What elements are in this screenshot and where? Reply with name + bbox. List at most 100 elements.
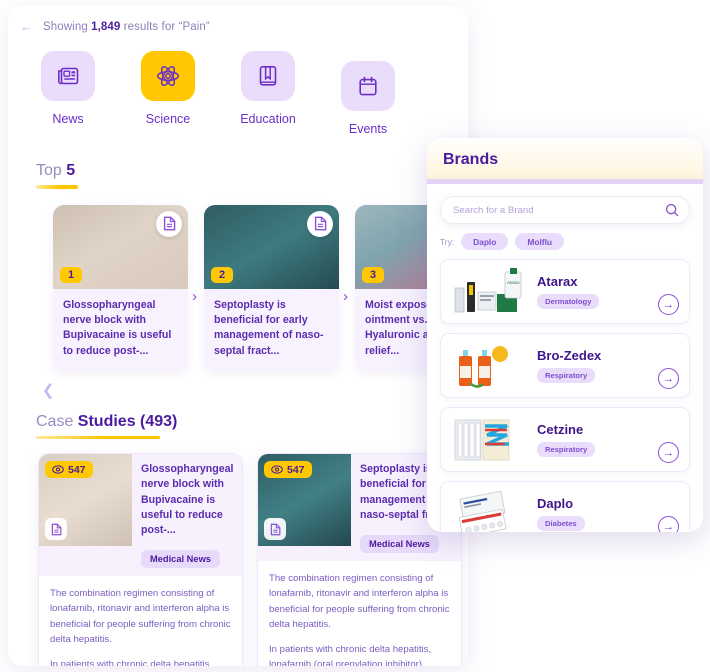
case-body: The combination regimen consisting of lo…	[258, 561, 461, 666]
brand-image	[449, 414, 527, 466]
document-icon	[163, 216, 175, 231]
top5-card[interactable]: 2 Septoplasty is beneficial for early ma…	[204, 204, 348, 371]
case-tag: Medical News	[360, 534, 439, 553]
brands-title: Brands	[443, 151, 499, 168]
newspaper-icon	[58, 67, 79, 85]
results-prefix: Showing	[43, 20, 92, 33]
try-chip[interactable]: Molflu	[515, 233, 565, 250]
brand-item[interactable]: Cetzine Respiratory →	[440, 407, 690, 472]
try-chip[interactable]: Daplo	[461, 233, 509, 250]
top5-title-light: Top	[36, 162, 67, 179]
svg-text:Atarax: Atarax	[507, 280, 520, 285]
case-study-card[interactable]: 547 Glossopharyngeal nerve block with Bu…	[38, 453, 243, 666]
views-badge: 547	[45, 461, 93, 479]
category-education[interactable]: Education	[238, 51, 298, 126]
brand-category-tag: Diabetes	[537, 516, 585, 531]
brand-name: Bro-Zedex	[537, 348, 602, 363]
case-paragraph: In patients with chronic delta hepatitis…	[50, 658, 213, 666]
document-icon	[51, 523, 61, 536]
brand-info: Daplo Diabetes	[527, 496, 585, 531]
top5-title-bold: 5	[66, 162, 76, 179]
top5-card[interactable]: 1 Glossopharyngeal nerve block with Bupi…	[53, 204, 197, 371]
case-title-bold: Studies (493)	[77, 412, 178, 430]
category-label: Education	[240, 112, 296, 126]
brand-category-tag: Respiratory	[537, 368, 596, 383]
case-studies-list: 547 Glossopharyngeal nerve block with Bu…	[8, 439, 468, 666]
try-label: Try:	[440, 236, 455, 247]
science-tile	[141, 51, 195, 101]
back-arrow-icon[interactable]: ←	[20, 20, 33, 33]
case-paragraph: In patients with chronic delta hepatitis…	[269, 643, 432, 666]
rank-badge: 3	[362, 266, 385, 283]
category-news[interactable]: News	[38, 51, 98, 126]
eye-icon	[52, 465, 64, 475]
case-card-head: Glossopharyngeal nerve block with Bupiva…	[132, 454, 242, 575]
search-input[interactable]	[453, 204, 665, 216]
bro-zedex-product-image	[459, 345, 508, 388]
results-bar: ← Showing 1,849 results for “Pain”	[8, 6, 468, 33]
category-events[interactable]: Events	[338, 61, 398, 136]
atarax-product-image: Atarax	[454, 267, 522, 312]
case-studies-title: Case Studies (493)	[36, 413, 468, 431]
brand-info: Atarax Dermatology	[527, 274, 600, 309]
category-science[interactable]: Science	[138, 51, 198, 126]
book-icon	[259, 65, 277, 86]
arrow-right-circle-icon[interactable]: →	[658, 442, 679, 463]
case-paragraph: The combination regimen consisting of lo…	[269, 572, 450, 631]
brand-image: Atarax	[449, 266, 527, 318]
brand-item[interactable]: Daplo Diabetes →	[440, 481, 690, 532]
chevron-right-icon[interactable]: ›	[343, 288, 348, 305]
brand-info: Cetzine Respiratory	[527, 422, 596, 457]
rank-badge: 1	[60, 266, 83, 283]
document-icon	[270, 523, 280, 536]
case-body: The combination regimen consisting of lo…	[39, 576, 242, 666]
results-count: 1,849	[91, 20, 121, 33]
arrow-right-circle-icon[interactable]: →	[658, 368, 679, 389]
views-count: 547	[68, 463, 86, 476]
brand-item[interactable]: Atarax Atarax Dermatology →	[440, 259, 690, 324]
arrow-right-circle-icon[interactable]: →	[658, 516, 679, 532]
brand-name: Daplo	[537, 496, 574, 511]
brand-category-tag: Respiratory	[537, 442, 596, 457]
top5-card-title: Septoplasty is beneficial for early mana…	[214, 298, 324, 357]
top5-thumbnail: 1	[53, 204, 188, 289]
results-suffix: results for “Pain”	[120, 20, 210, 33]
daplo-product-image	[459, 490, 507, 532]
brand-name: Atarax	[537, 274, 578, 289]
top5-card-title: Glossopharyngeal nerve block with Bupiva…	[63, 298, 172, 357]
chevron-right-icon[interactable]: ›	[192, 288, 197, 305]
results-summary: Showing 1,849 results for “Pain”	[43, 21, 210, 33]
top5-thumbnail: 2	[204, 204, 339, 289]
rank-badge: 2	[211, 266, 234, 283]
brand-search[interactable]	[440, 196, 690, 224]
results-page-card: ← Showing 1,849 results for “Pain” News	[8, 6, 468, 666]
calendar-icon	[359, 76, 377, 95]
case-thumbnail: 547	[39, 454, 132, 547]
brands-panel: Brands Try: Daplo Molflu	[427, 138, 703, 532]
brand-image	[449, 340, 527, 392]
arrow-right-circle-icon[interactable]: →	[658, 294, 679, 315]
eye-icon	[271, 465, 283, 475]
cetzine-product-image	[454, 419, 510, 460]
document-badge	[307, 210, 333, 237]
brand-category-tag: Dermatology	[537, 294, 600, 309]
app-root: ← Showing 1,849 results for “Pain” News	[0, 0, 710, 672]
case-paragraph: The combination regimen consisting of lo…	[50, 587, 231, 646]
brands-header: Brands	[427, 138, 703, 184]
case-title-light: Case	[36, 412, 78, 430]
case-studies-heading: Case Studies (493)	[8, 413, 468, 440]
brand-info: Bro-Zedex Respiratory	[527, 348, 601, 383]
top5-carousel[interactable]: 1 Glossopharyngeal nerve block with Bupi…	[8, 189, 468, 371]
case-tag: Medical News	[141, 549, 220, 568]
brands-body: Try: Daplo Molflu At	[427, 184, 703, 532]
case-card-top: 547 Glossopharyngeal nerve block with Bu…	[39, 454, 242, 576]
carousel-prev-button[interactable]: ❮	[8, 371, 468, 399]
category-tabs: News Science Education Events	[8, 33, 468, 136]
news-tile	[41, 51, 95, 101]
views-count: 547	[287, 463, 305, 476]
search-icon[interactable]	[665, 203, 679, 217]
document-icon	[314, 216, 326, 231]
brand-item[interactable]: Bro-Zedex Respiratory →	[440, 333, 690, 398]
try-row: Try: Daplo Molflu	[440, 233, 690, 250]
brand-image	[449, 488, 527, 532]
